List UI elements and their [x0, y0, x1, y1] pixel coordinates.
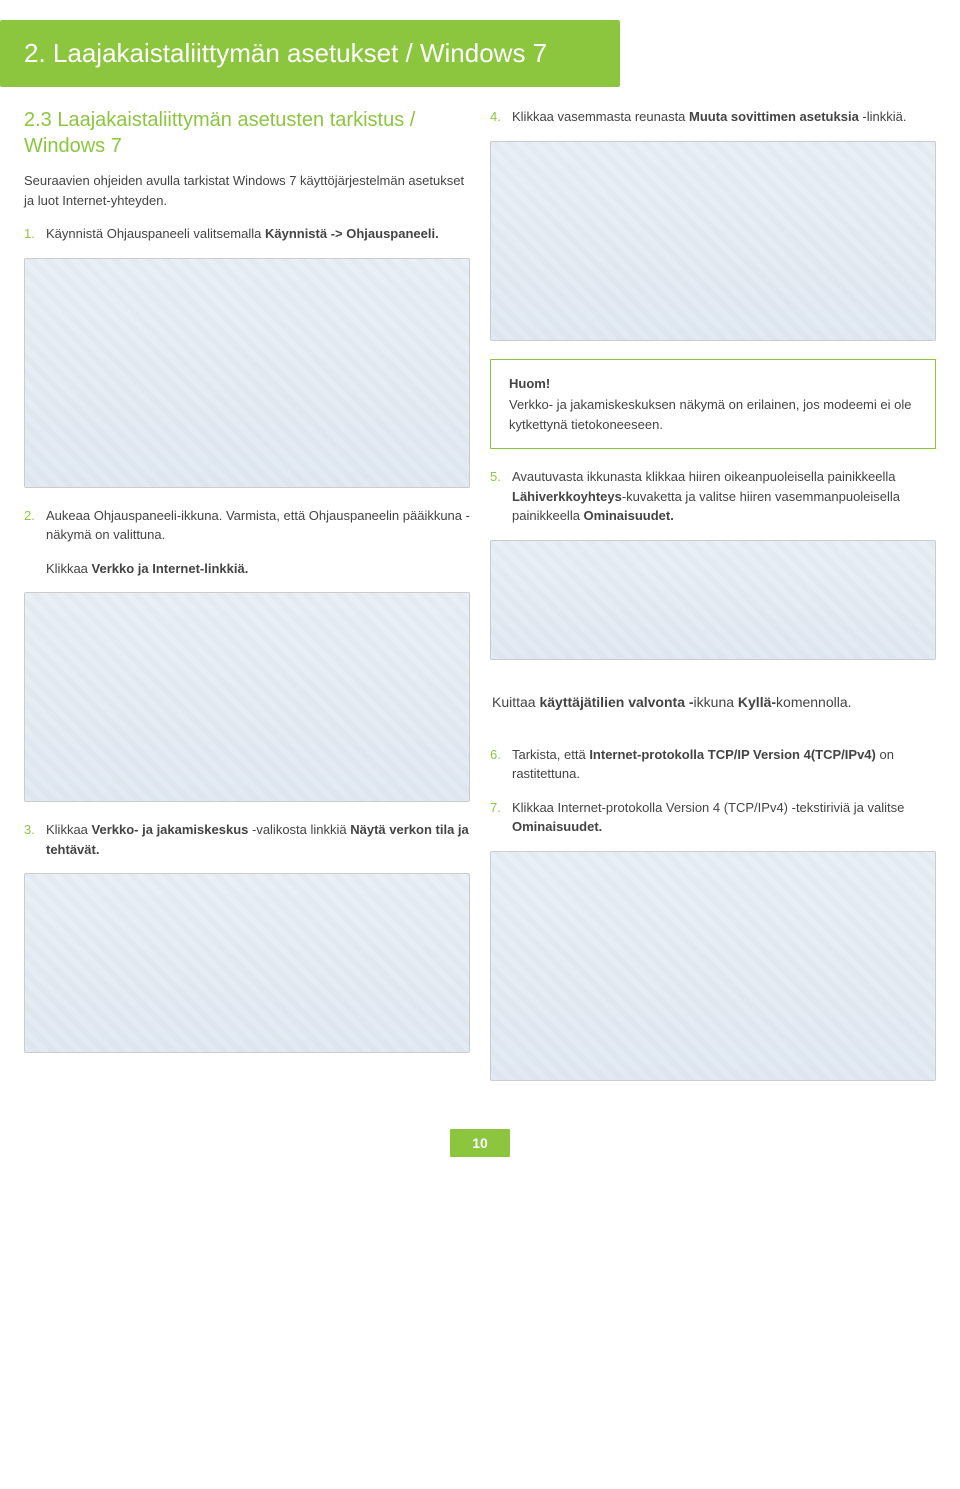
step-number: 6. [490, 745, 504, 784]
section-title: 2.3 Laajakaistaliittymän asetusten tarki… [24, 107, 470, 159]
step-number: 3. [24, 820, 38, 859]
note-body: Verkko- ja jakamiskeskuksen näkymä on er… [509, 397, 911, 432]
step-number: 1. [24, 224, 38, 244]
screenshot-start-menu [24, 258, 470, 488]
step-number: 4. [490, 107, 504, 127]
step-5: 5. Avautuvasta ikkunasta klikkaa hiiren … [490, 467, 936, 526]
step-7-text: Klikkaa Internet-protokolla Version 4 (T… [512, 798, 936, 837]
chapter-title: 2. Laajakaistaliittymän asetukset / Wind… [24, 38, 596, 69]
chapter-header: 2. Laajakaistaliittymän asetukset / Wind… [0, 20, 620, 87]
step-6: 6. Tarkista, että Internet-protokolla TC… [490, 745, 936, 784]
step-number: 2. [24, 506, 38, 545]
uac-note: Kuittaa käyttäjätilien valvonta -ikkuna … [490, 678, 936, 727]
screenshot-control-panel [24, 592, 470, 802]
step-number: 7. [490, 798, 504, 837]
screenshot-adapter-context [490, 540, 936, 660]
left-column: 2.3 Laajakaistaliittymän asetusten tarki… [24, 107, 470, 1099]
screenshot-network-sharing [490, 141, 936, 341]
screenshot-network-internet [24, 873, 470, 1053]
note-title: Huom! [509, 374, 917, 394]
step-2-line2: Klikkaa Verkko ja Internet-linkkiä. [46, 559, 470, 579]
step-number: 5. [490, 467, 504, 526]
step-1: 1. Käynnistä Ohjauspaneeli valitsemalla … [24, 224, 470, 244]
step-4-text: Klikkaa vasemmasta reunasta Muuta sovitt… [512, 107, 936, 127]
step-6-text: Tarkista, että Internet-protokolla TCP/I… [512, 745, 936, 784]
step-2: 2. Aukeaa Ohjauspaneeli-ikkuna. Varmista… [24, 506, 470, 545]
note-box: Huom! Verkko- ja jakamiskeskuksen näkymä… [490, 359, 936, 450]
intro-paragraph: Seuraavien ohjeiden avulla tarkistat Win… [24, 171, 470, 210]
step-4: 4. Klikkaa vasemmasta reunasta Muuta sov… [490, 107, 936, 127]
right-column: 4. Klikkaa vasemmasta reunasta Muuta sov… [490, 107, 936, 1099]
page-number: 10 [450, 1129, 510, 1157]
step-5-text: Avautuvasta ikkunasta klikkaa hiiren oik… [512, 467, 936, 526]
step-3: 3. Klikkaa Verkko- ja jakamiskeskus -val… [24, 820, 470, 859]
step-7: 7. Klikkaa Internet-protokolla Version 4… [490, 798, 936, 837]
step-1-text: Käynnistä Ohjauspaneeli valitsemalla Käy… [46, 224, 470, 244]
step-2-text: Aukeaa Ohjauspaneeli-ikkuna. Varmista, e… [46, 506, 470, 545]
screenshot-properties-dialog [490, 851, 936, 1081]
step-3-text: Klikkaa Verkko- ja jakamiskeskus -valiko… [46, 820, 470, 859]
